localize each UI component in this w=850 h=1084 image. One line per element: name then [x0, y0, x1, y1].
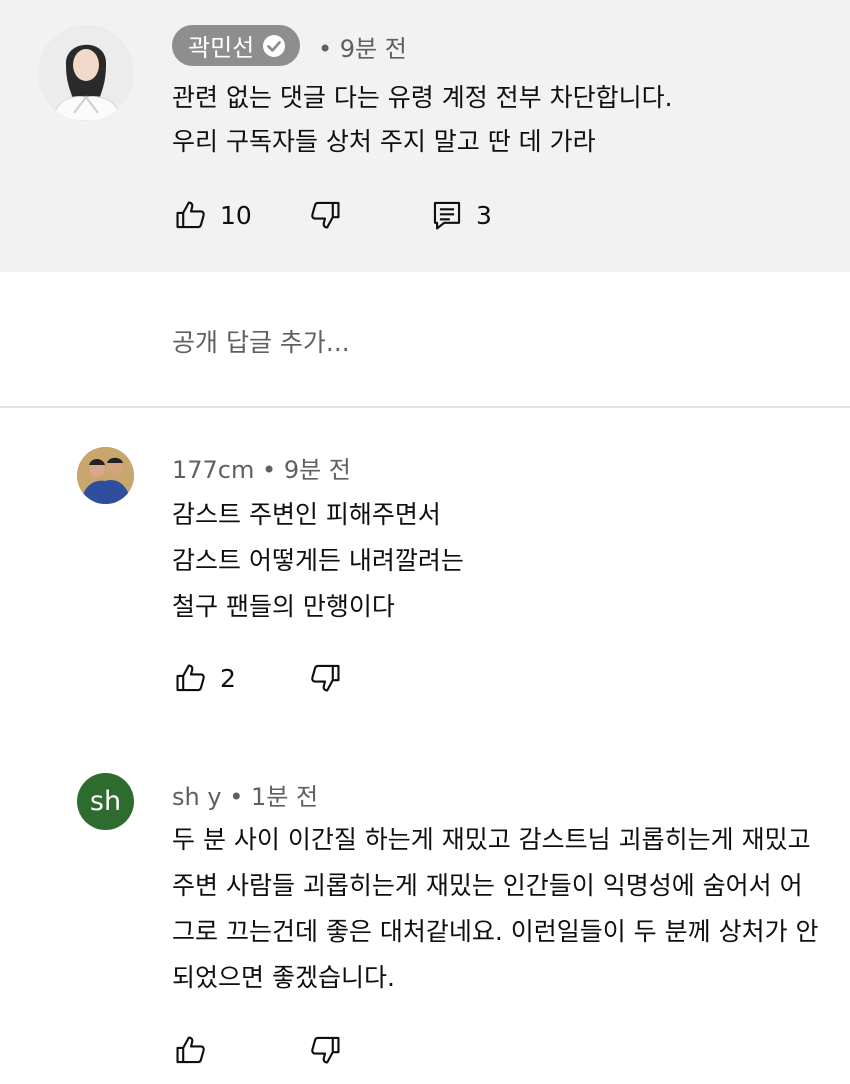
- comment-timestamp: • 9분 전: [262, 456, 351, 484]
- avatar[interactable]: [38, 25, 134, 121]
- avatar[interactable]: [77, 447, 134, 504]
- verified-check-icon: [262, 34, 286, 58]
- comment-meta: sh y • 1분 전: [172, 777, 318, 812]
- profile-photo-icon: [77, 447, 134, 504]
- comment-timestamp: • 1분 전: [229, 783, 319, 811]
- comment-text-line: 되었으면 좋겠습니다.: [172, 963, 395, 992]
- like-count: 10: [220, 200, 252, 230]
- dislike-button[interactable]: [308, 661, 342, 695]
- comment-text-line: 철구 팬들의 만행이다: [172, 592, 395, 621]
- comment-text-line: 두 분 사이 이간질 하는게 재밌고 감스트님 괴롭히는게 재밌고: [172, 825, 811, 854]
- comment-text-line: 우리 구독자들 상처 주지 말고 딴 데 가라: [172, 127, 596, 156]
- comment-timestamp: • 9분 전: [318, 35, 407, 63]
- comment-text-line: 그로 끄는건데 좋은 대처같네요. 이런일들이 두 분께 상처가 안: [172, 917, 819, 946]
- comment-text-line: 주변 사람들 괴롭히는게 재밌는 인간들이 익명성에 숨어서 어: [172, 871, 803, 900]
- avatar[interactable]: sh: [77, 773, 134, 830]
- comment-text-line: 감스트 어떻게든 내려깔려는: [172, 546, 464, 575]
- thumbs-down-icon: [311, 664, 340, 692]
- author-name[interactable]: sh y: [172, 783, 222, 811]
- like-button[interactable]: [174, 1033, 208, 1067]
- thumbs-down-icon: [311, 201, 340, 229]
- thumbs-up-icon: [176, 664, 205, 692]
- thumbs-down-icon: [311, 1036, 340, 1064]
- like-count: 2: [220, 663, 236, 693]
- thumbs-up-icon: [176, 1036, 205, 1064]
- dislike-button[interactable]: [308, 198, 342, 232]
- comment-text-line: 감스트 주변인 피해주면서: [172, 500, 441, 529]
- like-button[interactable]: 2: [174, 661, 236, 695]
- author-name: 곽민선: [188, 34, 255, 62]
- author-badge[interactable]: 곽민선: [172, 25, 301, 66]
- author-name[interactable]: 177cm: [172, 456, 254, 484]
- reply-count: 3: [476, 200, 492, 230]
- divider: [0, 406, 850, 408]
- like-button[interactable]: 10: [174, 198, 252, 232]
- reply-icon: [433, 201, 461, 230]
- reply-button[interactable]: 3: [430, 198, 492, 232]
- pinned-comment: 곽민선 • 9분 전 관련 없는 댓글 다는 유령 계정 전부 차단합니다. 우…: [0, 0, 850, 272]
- thumbs-up-icon: [176, 201, 205, 229]
- profile-photo-icon: [38, 25, 134, 121]
- avatar-initials: sh: [89, 786, 122, 817]
- comment-text-line: 관련 없는 댓글 다는 유령 계정 전부 차단합니다.: [172, 83, 673, 112]
- reply-input[interactable]: 공개 답글 추가...: [172, 323, 350, 359]
- dislike-button[interactable]: [308, 1033, 342, 1067]
- comment-meta: 177cm • 9분 전: [172, 450, 351, 485]
